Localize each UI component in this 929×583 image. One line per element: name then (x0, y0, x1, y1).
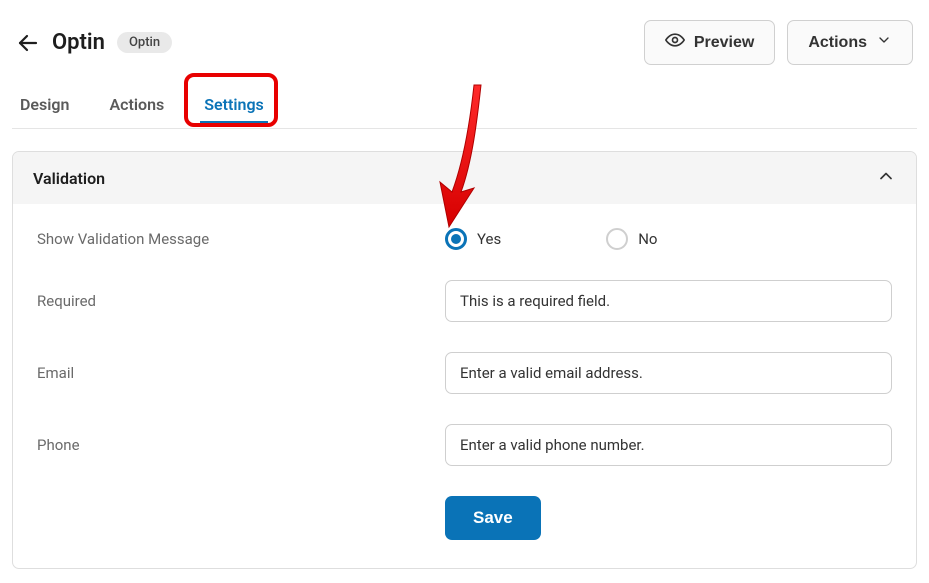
label-required: Required (37, 292, 445, 310)
row-show-validation: Show Validation Message Yes No (37, 228, 892, 250)
tab-actions[interactable]: Actions (103, 85, 170, 128)
chevron-up-icon (876, 166, 896, 190)
page-tag: Optin (117, 32, 172, 53)
radio-no[interactable]: No (606, 228, 657, 250)
tabs: Design Actions Settings (12, 85, 917, 129)
input-phone[interactable] (445, 424, 892, 466)
label-show-validation: Show Validation Message (37, 230, 445, 248)
row-email: Email (37, 352, 892, 394)
radio-circle-icon (606, 228, 628, 250)
chevron-down-icon (876, 32, 892, 53)
header-right: Preview Actions (644, 20, 913, 65)
row-phone: Phone (37, 424, 892, 466)
radio-yes-label: Yes (477, 230, 501, 248)
save-row: Save (37, 496, 892, 540)
tab-design[interactable]: Design (14, 85, 75, 128)
input-email[interactable] (445, 352, 892, 394)
label-phone: Phone (37, 436, 445, 454)
preview-label: Preview (694, 34, 754, 52)
input-required[interactable] (445, 280, 892, 322)
page-title: Optin (52, 30, 105, 55)
panel-body: Show Validation Message Yes No Required … (13, 204, 916, 568)
eye-icon (665, 30, 685, 55)
header-left: Optin Optin (16, 30, 172, 55)
panel-title: Validation (33, 169, 105, 188)
radio-circle-icon (445, 228, 467, 250)
actions-label: Actions (808, 34, 867, 52)
back-arrow-icon[interactable] (16, 31, 40, 55)
label-email: Email (37, 364, 445, 382)
panel-header[interactable]: Validation (13, 152, 916, 204)
tab-settings[interactable]: Settings (198, 85, 270, 128)
tabs-container: Design Actions Settings (12, 85, 917, 129)
validation-panel: Validation Show Validation Message Yes N… (12, 151, 917, 569)
row-required: Required (37, 280, 892, 322)
preview-button[interactable]: Preview (644, 20, 775, 65)
radio-group-show-validation: Yes No (445, 228, 892, 250)
page-header: Optin Optin Preview Actions (12, 20, 917, 85)
save-button[interactable]: Save (445, 496, 541, 540)
radio-yes[interactable]: Yes (445, 228, 501, 250)
radio-no-label: No (638, 230, 657, 248)
actions-button[interactable]: Actions (787, 20, 913, 65)
